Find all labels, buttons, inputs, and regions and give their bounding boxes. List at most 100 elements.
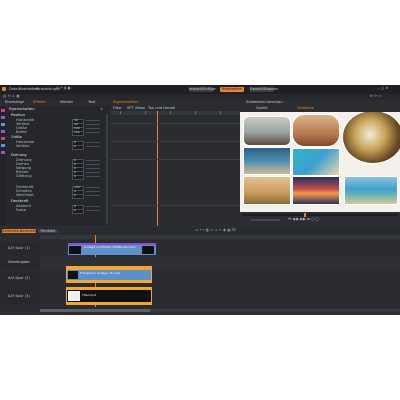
keyframe-playhead[interactable] [157, 111, 158, 226]
track-name-3: A/V Spur (2) [8, 276, 30, 280]
property-value: 100 [74, 130, 80, 134]
toolbar-icons-right[interactable]: ⊕ ⊖ ▭ [370, 94, 382, 99]
timeline-ruler[interactable] [40, 235, 400, 239]
photo-coast [344, 176, 398, 205]
keyframe-editor[interactable] [110, 111, 240, 226]
section-rotation[interactable]: Drehung [11, 153, 27, 158]
tool-icon-1[interactable] [1, 109, 5, 112]
track-header-1: A/V Spur (1) [0, 243, 40, 255]
clip-4-label: Titel.mp4 [82, 293, 97, 297]
tool-icon-4[interactable] [1, 130, 5, 133]
window-controls-icon[interactable]: – ▢ ✕ [378, 86, 389, 91]
preview-panel: Zeitleisten-Vorschau Quelle Zeitleiste ⏮… [240, 100, 400, 226]
properties-title: Eigenschaften [9, 107, 35, 111]
property-slider[interactable] [86, 124, 100, 125]
tool-icon-7[interactable] [1, 151, 5, 154]
property-label: Farbe [16, 208, 26, 212]
tool-icon-6[interactable] [1, 144, 5, 147]
keyframe-row-a [110, 123, 240, 124]
photo-ocean [292, 148, 340, 176]
track-name-1: A/V Spur (1) [8, 246, 30, 250]
menu-item-file[interactable]: Datei [9, 87, 19, 92]
clip-track-4[interactable]: Titel.mp4 [66, 287, 152, 305]
tool-icon-5[interactable] [1, 137, 5, 140]
tab-filmstrip[interactable]: Filmfolie [38, 229, 58, 233]
property-slider[interactable] [86, 160, 100, 161]
tool-icon-2[interactable] [1, 116, 5, 119]
property-label: Vertikal [16, 144, 30, 148]
property-slider[interactable] [86, 164, 100, 165]
property-slider[interactable] [86, 206, 100, 207]
preview-volume-bar[interactable] [250, 219, 280, 221]
keyframe-row-b [110, 141, 240, 142]
tab-library-1[interactable]: Effekte [33, 100, 46, 105]
property-slider[interactable] [86, 146, 100, 147]
timeline-scroll-thumb[interactable] [40, 309, 150, 312]
tab-library-3[interactable]: Text [88, 100, 95, 105]
photo-beach-aerial [243, 147, 291, 175]
preview-tab-timeline[interactable]: Zeitleiste [297, 106, 314, 111]
property-slider[interactable] [86, 120, 100, 121]
property-slider[interactable] [86, 132, 100, 133]
track-name-2: Wiedergabe [8, 260, 30, 264]
clip-1-thumb-left [69, 246, 81, 254]
tab-edit[interactable]: Bearbeiten [220, 87, 244, 92]
track-name-4: A/V Spur (3) [8, 294, 30, 298]
preview-transport-icons[interactable]: ⏮ ◀ ▶ ▶▶ ⏭ ○ ◻ [288, 217, 319, 222]
photo-giraffe [243, 176, 291, 205]
property-label: Weichheit [16, 193, 34, 197]
toolbar-icons-left[interactable]: ▤ ⟲ ▭ ▣ [3, 94, 20, 99]
video-editor-window: Datei Bearbeiten Einstellungen ↶ ↷ ▮ ● I… [0, 85, 400, 315]
track-header-2: Wiedergabe [0, 257, 40, 269]
property-slider[interactable] [86, 176, 100, 177]
tool-icon-3[interactable] [1, 123, 5, 126]
photo-flowers [342, 112, 400, 164]
clip-1-thumb-right [142, 246, 154, 254]
properties-scrollbar[interactable] [106, 114, 108, 224]
clip-track-1[interactable]: Collage und Bilder SNDMusik.mp4 [68, 243, 156, 255]
section-size[interactable]: Größe [11, 135, 22, 140]
keyframe-row-c [110, 159, 240, 160]
property-slider[interactable] [86, 210, 100, 211]
property-slider[interactable] [86, 168, 100, 169]
property-label: Glättung [16, 174, 32, 178]
properties-panel: Eigenschaften ✕ Position Horizontal 50 Ver… [6, 106, 110, 226]
track-header-3: A/V Spur (2) [0, 271, 40, 287]
tab-export[interactable]: Export/Stoppen [250, 87, 278, 92]
property-slider[interactable] [86, 172, 100, 173]
property-slider[interactable] [86, 142, 100, 143]
property-slider[interactable] [86, 128, 100, 129]
keyframe-row-d [110, 205, 240, 206]
property-slider[interactable] [86, 191, 100, 192]
clip-3-label: Fotoalbum Collage 4K.mp4 [80, 271, 121, 275]
property-value: 0 [74, 193, 76, 197]
app-logo-icon [2, 87, 6, 91]
timeline-area: A/V Spur (1) Collage und Bilder SNDMusik… [0, 235, 400, 315]
property-slider[interactable] [86, 187, 100, 188]
tab-library-0[interactable]: Ehemalige [5, 100, 24, 105]
section-opacity[interactable]: Deckkraft [11, 199, 28, 204]
clip-1-label: Collage und Bilder SNDMusik.mp4 [84, 245, 136, 249]
timeline-scrollbar[interactable] [40, 309, 400, 312]
tab-import[interactable]: Import/Einfüge [189, 87, 216, 92]
clip-track-3[interactable]: Fotoalbum Collage 4K.mp4 [66, 266, 152, 283]
photo-sunset [292, 176, 340, 205]
property-value: 0 [74, 144, 76, 148]
preview-tab-source[interactable]: Quelle [256, 106, 268, 111]
preview-header: Zeitleisten-Vorschau [246, 100, 283, 104]
clip-4-thumb [68, 291, 80, 301]
preview-scrubber[interactable] [242, 213, 398, 217]
preview-canvas[interactable] [240, 112, 400, 212]
timeline-tool-icons[interactable]: ▭ ⟷ ◧ ⊏ ⊐ ✂ ◉ ▣ ⌧ [195, 228, 236, 233]
property-value: 0 [74, 174, 76, 178]
undo-icon[interactable]: ↶ ↷ ▮ ● [56, 86, 71, 91]
property-slider[interactable] [86, 195, 100, 196]
keyframe-ruler [110, 111, 240, 115]
photo-rocks [292, 114, 340, 147]
photo-mountain [243, 116, 291, 146]
property-value: 0 [74, 208, 76, 212]
properties-close-icon[interactable]: ✕ [100, 107, 103, 112]
tab-library-2[interactable]: Medien [60, 100, 73, 105]
tab-timeline-edit[interactable]: Zeitleiste-Bearbeitung [2, 229, 42, 233]
title-bar: Datei Bearbeiten Einstellungen ↶ ↷ ▮ ● I… [0, 85, 400, 94]
